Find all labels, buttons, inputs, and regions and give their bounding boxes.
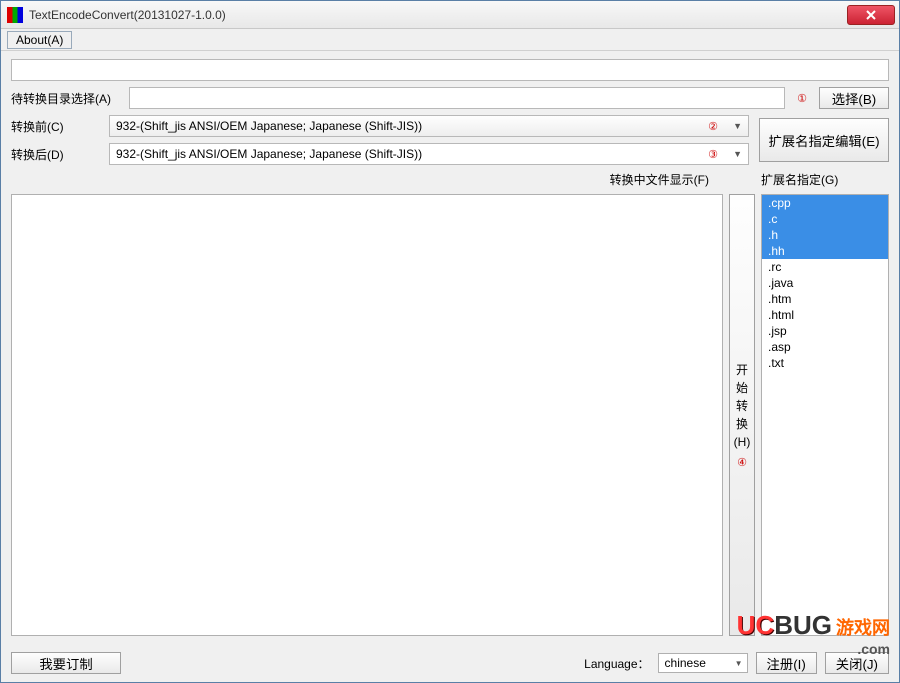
- menubar: About(A): [1, 29, 899, 51]
- encoding-left: 转换前(C) 932-(Shift_jis ANSI/OEM Japanese;…: [11, 115, 749, 165]
- extension-item[interactable]: .java: [762, 275, 888, 291]
- menu-about[interactable]: About(A): [7, 31, 72, 49]
- extension-item[interactable]: .asp: [762, 339, 888, 355]
- extension-list[interactable]: .cpp.c.h.hh.rc.java.htm.html.jsp.asp.txt: [761, 194, 889, 636]
- after-row: 转换后(D) 932-(Shift_jis ANSI/OEM Japanese;…: [11, 143, 749, 165]
- extension-item[interactable]: .htm: [762, 291, 888, 307]
- window-title: TextEncodeConvert(20131027-1.0.0): [29, 8, 847, 22]
- after-encoding-select[interactable]: 932-(Shift_jis ANSI/OEM Japanese; Japane…: [109, 143, 749, 165]
- app-icon: [7, 7, 23, 23]
- after-label: 转换后(D): [11, 146, 101, 163]
- convert-char-1: 开: [736, 362, 748, 378]
- extension-panel: .cpp.c.h.hh.rc.java.htm.html.jsp.asp.txt: [761, 194, 889, 636]
- extension-item[interactable]: .rc: [762, 259, 888, 275]
- bottom-bar: 我要订制 Language： chinese 注册(I) 关闭(J): [1, 644, 899, 682]
- titlebar[interactable]: TextEncodeConvert(20131027-1.0.0): [1, 1, 899, 29]
- after-encoding-value: 932-(Shift_jis ANSI/OEM Japanese; Japane…: [116, 147, 422, 161]
- ext-label-wrap: 扩展名指定(G): [761, 171, 889, 188]
- start-convert-button[interactable]: 开 始 转 换 (H) ④: [729, 194, 755, 636]
- convert-char-3: 转: [736, 398, 748, 414]
- files-label-wrap: 转换中文件显示(F): [11, 171, 715, 188]
- encoding-block: 转换前(C) 932-(Shift_jis ANSI/OEM Japanese;…: [11, 115, 889, 165]
- directory-label: 待转换目录选择(A): [11, 90, 121, 107]
- marker-3: ③: [708, 148, 718, 161]
- extension-item[interactable]: .c: [762, 211, 888, 227]
- extension-item[interactable]: .cpp: [762, 195, 888, 211]
- directory-input[interactable]: [129, 87, 785, 109]
- files-list-label: 转换中文件显示(F): [610, 171, 715, 188]
- convert-hotkey: (H): [734, 434, 751, 450]
- language-label: Language：: [584, 655, 649, 672]
- mid-section: 开 始 转 换 (H) ④ .cpp.c.h.hh.rc.java.htm.ht…: [11, 194, 889, 636]
- select-button[interactable]: 选择(B): [819, 87, 889, 109]
- before-encoding-select[interactable]: 932-(Shift_jis ANSI/OEM Japanese; Japane…: [109, 115, 749, 137]
- before-row: 转换前(C) 932-(Shift_jis ANSI/OEM Japanese;…: [11, 115, 749, 137]
- before-label: 转换前(C): [11, 118, 101, 135]
- extension-item[interactable]: .jsp: [762, 323, 888, 339]
- register-button[interactable]: 注册(I): [756, 652, 817, 674]
- close-app-button[interactable]: 关闭(J): [825, 652, 889, 674]
- status-display: [11, 59, 889, 81]
- directory-row: 待转换目录选择(A) ① 选择(B): [11, 87, 889, 109]
- convert-char-4: 换: [736, 416, 748, 432]
- language-value: chinese: [665, 656, 706, 670]
- convert-char-2: 始: [736, 380, 748, 396]
- extension-edit-button[interactable]: 扩展名指定编辑(E): [759, 118, 889, 162]
- extension-item[interactable]: .txt: [762, 355, 888, 371]
- extension-item[interactable]: .html: [762, 307, 888, 323]
- spacer: [725, 171, 751, 188]
- before-encoding-value: 932-(Shift_jis ANSI/OEM Japanese; Japane…: [116, 119, 422, 133]
- language-select[interactable]: chinese: [658, 653, 748, 673]
- customize-button[interactable]: 我要订制: [11, 652, 121, 674]
- list-header-row: 转换中文件显示(F) 扩展名指定(G): [11, 171, 889, 188]
- app-window: TextEncodeConvert(20131027-1.0.0) About(…: [0, 0, 900, 683]
- close-button[interactable]: [847, 5, 895, 25]
- marker-4: ④: [737, 456, 747, 469]
- extension-item[interactable]: .h: [762, 227, 888, 243]
- extension-item[interactable]: .hh: [762, 243, 888, 259]
- marker-1: ①: [797, 92, 807, 105]
- files-converting-list[interactable]: [11, 194, 723, 636]
- close-icon: [865, 10, 877, 20]
- content-area: 待转换目录选择(A) ① 选择(B) 转换前(C) 932-(Shift_jis…: [1, 51, 899, 644]
- ext-list-label: 扩展名指定(G): [761, 171, 844, 188]
- marker-2: ②: [708, 120, 718, 133]
